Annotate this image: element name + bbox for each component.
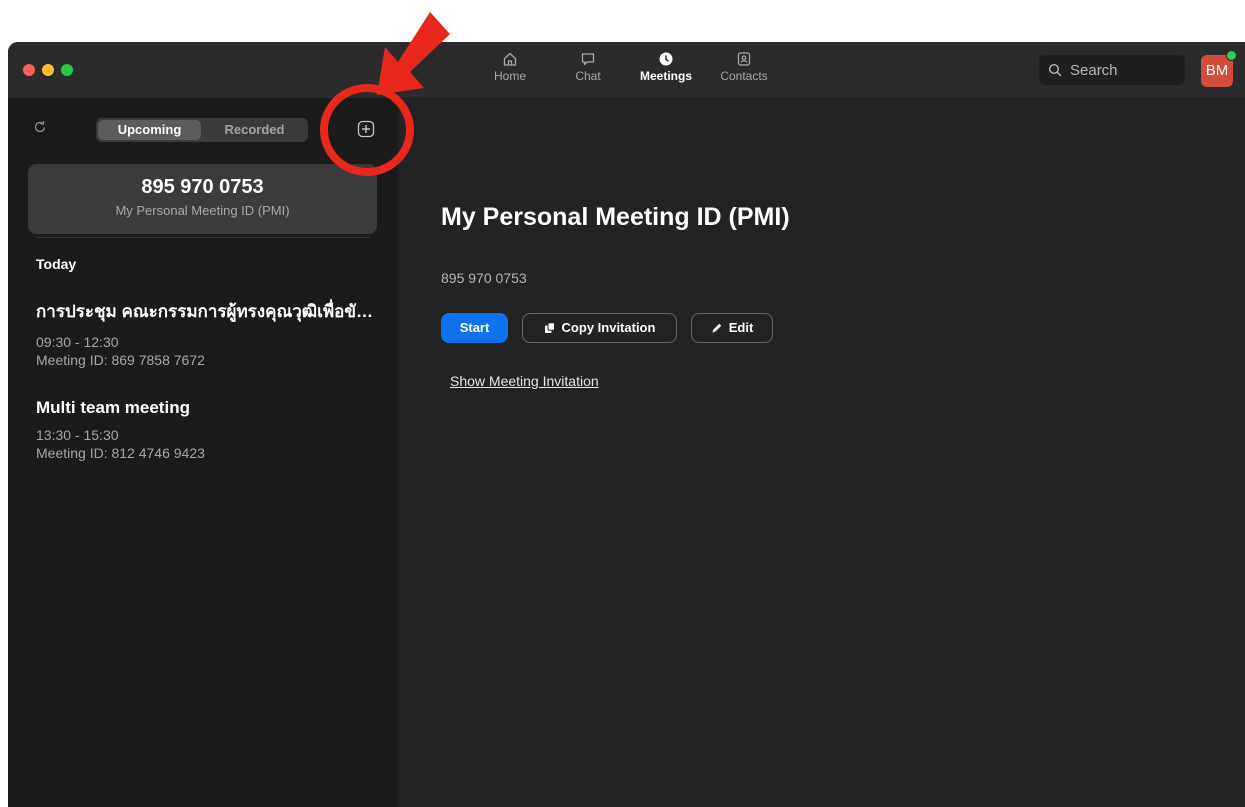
edit-button[interactable]: Edit — [691, 313, 773, 343]
copy-icon — [544, 322, 555, 333]
chat-icon — [581, 53, 595, 66]
search-field[interactable]: Search — [1039, 55, 1185, 85]
refresh-button[interactable] — [32, 119, 48, 140]
meeting-time: 09:30 - 12:30 — [36, 334, 119, 350]
section-heading-today: Today — [36, 256, 77, 272]
search-placeholder: Search — [1070, 62, 1118, 79]
pencil-icon — [712, 323, 722, 333]
title-bar: Home Chat Meetings Contacts Search BM — [8, 42, 1245, 99]
nav-tab-home[interactable]: Home — [475, 51, 545, 91]
start-button[interactable]: Start — [441, 313, 508, 343]
tab-recorded[interactable]: Recorded — [203, 120, 306, 140]
home-icon — [503, 52, 517, 66]
edit-label: Edit — [728, 320, 754, 335]
pmi-number: 895 970 0753 — [141, 176, 264, 198]
meetings-sidebar: Upcoming Recorded 895 970 0753 My Person… — [8, 99, 398, 807]
copy-invitation-button[interactable]: Copy Invitation — [522, 313, 677, 343]
meeting-detail-panel: My Personal Meeting ID (PMI) 895 970 075… — [398, 99, 1245, 807]
refresh-icon — [34, 121, 46, 133]
plus-square-icon — [357, 120, 375, 138]
meeting-id: Meeting ID: 869 7858 7672 — [36, 352, 205, 368]
nav-label-chat: Chat — [575, 69, 601, 83]
nav-label-meetings: Meetings — [639, 69, 692, 83]
nav-tab-chat[interactable]: Chat — [553, 51, 623, 91]
online-status-dot — [1226, 50, 1237, 61]
divider — [36, 237, 370, 238]
close-window-button[interactable] — [23, 64, 35, 76]
meeting-list-item[interactable]: Multi team meeting 13:30 - 15:30 Meeting… — [36, 398, 381, 462]
meeting-id: Meeting ID: 812 4746 9423 — [36, 445, 205, 461]
tab-upcoming[interactable]: Upcoming — [98, 120, 201, 140]
meeting-title: การประชุม คณะกรรมการผู้ทรงคุณวุฒิเพื่อขั… — [36, 302, 381, 321]
upcoming-recorded-toggle: Upcoming Recorded — [96, 118, 308, 142]
meeting-time: 13:30 - 15:30 — [36, 427, 119, 443]
pmi-label: My Personal Meeting ID (PMI) — [115, 203, 290, 218]
minimize-window-button[interactable] — [42, 64, 54, 76]
nav-label-contacts: Contacts — [720, 69, 768, 83]
pmi-card[interactable]: 895 970 0753 My Personal Meeting ID (PMI… — [28, 164, 377, 234]
nav-tab-contacts[interactable]: Contacts — [709, 51, 779, 91]
contacts-icon — [737, 52, 751, 66]
show-meeting-invitation-link[interactable]: Show Meeting Invitation — [450, 373, 599, 389]
meeting-title: Multi team meeting — [36, 398, 190, 417]
zoom-window-button[interactable] — [61, 64, 73, 76]
zoom-window: Home Chat Meetings Contacts Search BM Up… — [8, 42, 1245, 807]
meeting-list-item[interactable]: การประชุม คณะกรรมการผู้ทรงคุณวุฒิเพื่อขั… — [36, 298, 381, 369]
clock-icon — [659, 52, 673, 66]
meeting-id-value: 895 970 0753 — [441, 270, 527, 286]
nav-label-home: Home — [493, 69, 526, 83]
page-title: My Personal Meeting ID (PMI) — [441, 203, 790, 231]
nav-tab-meetings[interactable]: Meetings — [631, 51, 701, 91]
copy-invitation-label: Copy Invitation — [561, 320, 656, 335]
schedule-meeting-button[interactable] — [357, 120, 375, 143]
search-icon — [1048, 63, 1062, 77]
